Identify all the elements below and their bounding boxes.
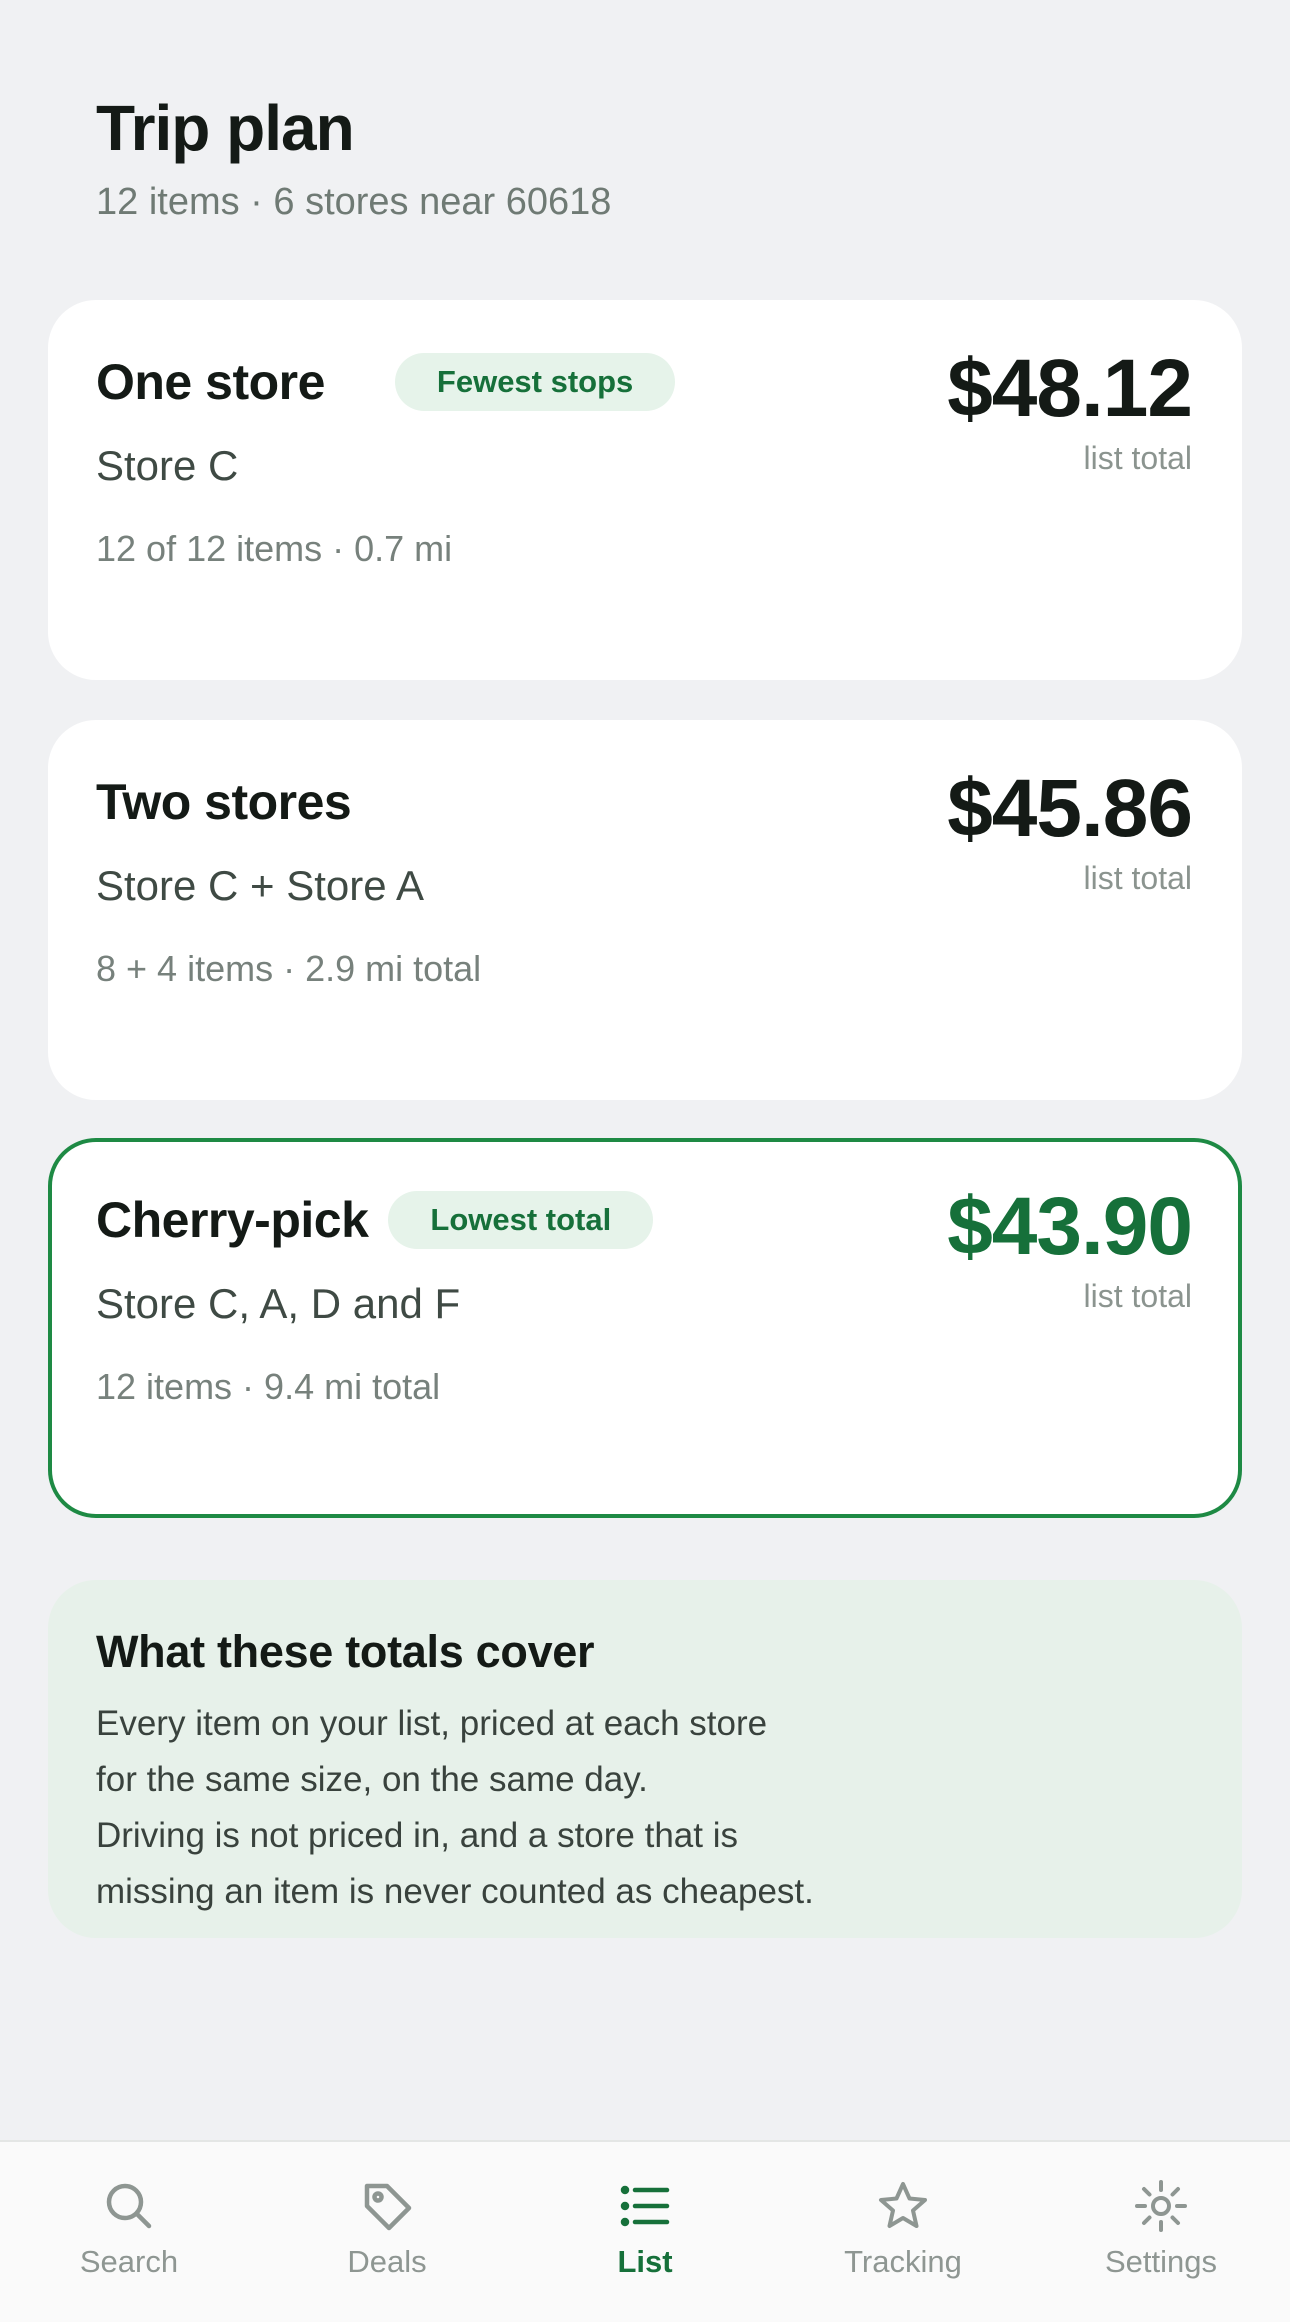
tab-label: Tracking xyxy=(844,2244,962,2279)
gear-icon xyxy=(1135,2180,1187,2232)
price-caption: list total xyxy=(1083,860,1192,896)
tab-list[interactable]: List xyxy=(516,2142,774,2322)
info-line: Every item on your list, priced at each … xyxy=(96,1704,768,1743)
plan-meta: 12 items · 9.4 mi total xyxy=(96,1366,441,1407)
price-block: $45.86 list total xyxy=(947,763,1193,897)
info-body: Every item on your list, priced at each … xyxy=(96,1696,1194,1920)
lowest-total-badge: Lowest total xyxy=(388,1191,654,1249)
tag-icon xyxy=(364,2183,412,2231)
plan-title: One store xyxy=(96,354,325,410)
price-block: $43.90 list total xyxy=(947,1181,1193,1315)
info-line: missing an item is never counted as chea… xyxy=(96,1872,814,1911)
plan-card-one-store[interactable]: One store Fewest stops $48.12 list total… xyxy=(48,300,1242,680)
trip-plan-screen: Trip plan 12 items · 6 stores near 60618… xyxy=(0,0,1290,2322)
list-icon xyxy=(620,2185,670,2227)
info-title: What these totals cover xyxy=(96,1626,595,1677)
info-line: for the same size, on the same day. xyxy=(96,1760,648,1799)
plan-card-two-stores[interactable]: Two stores $45.86 list total Store C + S… xyxy=(48,720,1242,1100)
price-block: $48.12 list total xyxy=(947,343,1193,477)
tab-label: Settings xyxy=(1104,2244,1217,2279)
info-line: Driving is not priced in, and a store th… xyxy=(96,1816,738,1855)
plan-card-cherry-pick[interactable]: Cherry-pick Lowest total $43.90 list tot… xyxy=(48,1138,1242,1518)
tab-search[interactable]: Search xyxy=(0,2142,258,2322)
plan-price: $43.90 xyxy=(947,1181,1193,1272)
plan-meta: 8 + 4 items · 2.9 mi total xyxy=(96,948,482,989)
price-caption: list total xyxy=(1083,1278,1192,1314)
plan-meta: 12 of 12 items · 0.7 mi xyxy=(96,528,453,569)
bottom-tab-bar: Search Deals List Tracking Settings xyxy=(0,2140,1290,2322)
page-title: Trip plan xyxy=(96,92,355,164)
totals-info-panel: What these totals cover Every item on yo… xyxy=(48,1580,1242,1938)
plan-price: $45.86 xyxy=(947,763,1193,854)
price-caption: list total xyxy=(1083,440,1192,476)
page-subtitle: 12 items · 6 stores near 60618 xyxy=(96,181,612,223)
fewest-stops-badge: Fewest stops xyxy=(394,353,676,411)
tab-tracking[interactable]: Tracking xyxy=(774,2142,1032,2322)
plan-price: $48.12 xyxy=(947,343,1193,434)
plan-title: Cherry-pick xyxy=(96,1192,369,1248)
star-icon xyxy=(879,2182,927,2228)
tab-label: Deals xyxy=(347,2244,427,2279)
tab-label: List xyxy=(617,2244,673,2279)
tab-deals[interactable]: Deals xyxy=(258,2142,516,2322)
page-header: Trip plan 12 items · 6 stores near 60618 xyxy=(96,88,611,224)
tab-label: Search xyxy=(79,2244,179,2279)
tab-settings[interactable]: Settings xyxy=(1032,2142,1290,2322)
plan-title: Two stores xyxy=(96,774,352,830)
search-icon xyxy=(106,2183,152,2229)
